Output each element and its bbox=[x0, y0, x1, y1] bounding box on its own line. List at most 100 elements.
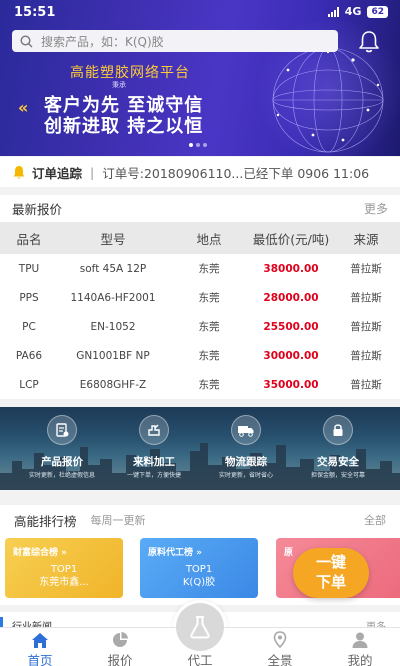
chevron-icon: « bbox=[18, 98, 29, 117]
card-title: 财富综合榜 » bbox=[13, 548, 67, 558]
cell-product: PA66 bbox=[15, 349, 43, 362]
cell-product: PPS bbox=[19, 291, 39, 304]
feature-logistics[interactable]: 物流跟踪 实时更新，省时省心 bbox=[206, 415, 286, 479]
card-body: TOP1 K(Q)胶 bbox=[140, 563, 258, 589]
bell-notice-icon bbox=[13, 165, 25, 179]
feature-title: 产品报价 bbox=[41, 456, 83, 468]
cell-source: 普拉斯 bbox=[350, 263, 382, 275]
status-bar: 15:51 4G 62 bbox=[0, 0, 400, 26]
cell-model: EN-1052 bbox=[90, 320, 136, 333]
column-header: 来源 bbox=[353, 231, 379, 247]
feature-security[interactable]: 交易安全 担保金额，安全可靠 bbox=[298, 415, 378, 479]
oem-center-button[interactable] bbox=[176, 603, 224, 651]
cell-price: 30000.00 bbox=[263, 349, 319, 362]
ranking-card-wealth[interactable]: 财富综合榜 » TOP1 东莞市鑫... bbox=[5, 538, 123, 598]
section-title: 最新报价 bbox=[12, 202, 63, 217]
quick-order-label-2: 下单 bbox=[315, 573, 346, 591]
cell-price: 35000.00 bbox=[263, 378, 319, 391]
ranking-card-material[interactable]: 原料代工榜 » TOP1 K(Q)胶 bbox=[140, 538, 258, 598]
more-link[interactable]: 更多 bbox=[364, 200, 388, 217]
section-header: 最新报价 更多 bbox=[0, 195, 400, 222]
all-link[interactable]: 全部 bbox=[364, 512, 386, 528]
banner-title: 高能塑胶网络平台 bbox=[70, 65, 190, 81]
feature-product-quote[interactable]: 产品报价 实时更新，杜绝虚假信息 bbox=[22, 415, 102, 479]
column-header: 品名 bbox=[16, 231, 42, 247]
quick-order-button[interactable]: 一键 下单 bbox=[293, 548, 369, 598]
banner-subtitle: 秉承 bbox=[112, 81, 126, 89]
cell-source: 普拉斯 bbox=[350, 321, 382, 333]
card-rank: TOP1 bbox=[185, 564, 213, 575]
card-rank: TOP1 bbox=[50, 564, 78, 575]
carousel-dots[interactable] bbox=[189, 143, 207, 147]
home-icon bbox=[32, 633, 48, 648]
search-input[interactable]: 搜索产品，如：K(Q)胶 bbox=[12, 30, 338, 52]
cell-location: 东莞 bbox=[198, 292, 220, 304]
order-tracking-label: 订单追踪 bbox=[32, 165, 83, 181]
cell-location: 东莞 bbox=[198, 379, 220, 391]
column-header: 地点 bbox=[196, 231, 222, 247]
order-tracking-bar[interactable]: 订单追踪 | 订单号:20180906110...已经下单 0906 11:06 bbox=[0, 157, 400, 187]
tab-mine[interactable]: 我的 bbox=[320, 628, 400, 666]
card-name: 东莞市鑫... bbox=[39, 577, 89, 588]
cell-location: 东莞 bbox=[198, 263, 220, 275]
feature-processing[interactable]: 来料加工 一键下单，方便快捷 bbox=[114, 415, 194, 479]
features-banner: 产品报价 实时更新，杜绝虚假信息 来料加工 一键下单，方便快捷 物流跟踪 实时更… bbox=[0, 407, 400, 490]
card-name: K(Q)胶 bbox=[182, 577, 216, 588]
table-row[interactable]: LCP E6808GHF-Z 东莞 35000.00 普拉斯 bbox=[0, 370, 400, 399]
tab-label: 首页 bbox=[27, 653, 53, 666]
quick-order-label-1: 一键 bbox=[315, 553, 346, 571]
table-header: 品名 型号 地点 最低价(元/吨) 来源 bbox=[0, 222, 400, 254]
cell-product: PC bbox=[22, 320, 36, 333]
signal-icon bbox=[327, 6, 339, 17]
lock-icon bbox=[323, 415, 353, 445]
tab-panorama[interactable]: 全景 bbox=[240, 628, 320, 666]
banner[interactable]: 15:51 4G 62 搜索产品，如：K(Q)胶 高能塑胶网络平台 秉承 « 客… bbox=[0, 0, 400, 156]
location-icon bbox=[273, 631, 287, 649]
search-icon bbox=[20, 34, 33, 47]
table-row[interactable]: PA66 GN1001BF NP 东莞 30000.00 普拉斯 bbox=[0, 341, 400, 370]
feature-desc: 一键下单，方便快捷 bbox=[126, 472, 181, 479]
app-screen: 15:51 4G 62 搜索产品，如：K(Q)胶 高能塑胶网络平台 秉承 « 客… bbox=[0, 0, 400, 666]
bell-icon[interactable] bbox=[356, 29, 382, 55]
battery-icon: 62 bbox=[367, 5, 388, 18]
cell-price: 38000.00 bbox=[263, 262, 319, 275]
tab-home[interactable]: 首页 bbox=[0, 628, 80, 666]
cell-location: 东莞 bbox=[198, 321, 220, 333]
tab-label: 全景 bbox=[267, 653, 293, 666]
table-row[interactable]: PPS 1140A6-HF2001 东莞 28000.00 普拉斯 bbox=[0, 283, 400, 312]
column-header: 最低价(元/吨) bbox=[252, 231, 330, 247]
truck-icon bbox=[231, 415, 261, 445]
feature-title: 来料加工 bbox=[133, 456, 175, 468]
section-header: 高能排行榜 每周一更新 全部 bbox=[0, 505, 400, 535]
table-row[interactable]: TPU soft 45A 12P 东莞 38000.00 普拉斯 bbox=[0, 254, 400, 283]
user-icon bbox=[352, 632, 368, 648]
divider: | bbox=[90, 164, 95, 180]
tab-label: 报价 bbox=[107, 653, 133, 666]
tab-label: 我的 bbox=[347, 653, 373, 666]
column-header: 型号 bbox=[100, 231, 126, 247]
cell-model: GN1001BF NP bbox=[76, 349, 150, 362]
table-row[interactable]: PC EN-1052 东莞 25500.00 普拉斯 bbox=[0, 312, 400, 341]
banner-slogan-2: 创新进取 持之以恒 bbox=[44, 116, 204, 137]
cell-price: 28000.00 bbox=[263, 291, 319, 304]
pie-chart-icon bbox=[113, 632, 128, 647]
latest-quotes-section: 最新报价 更多 品名 型号 地点 最低价(元/吨) 来源 TPU soft 45… bbox=[0, 195, 400, 399]
cell-product: LCP bbox=[19, 378, 39, 391]
cell-model: E6808GHF-Z bbox=[79, 378, 147, 391]
globe-graphic bbox=[272, 47, 384, 153]
cell-source: 普拉斯 bbox=[350, 350, 382, 362]
order-tracking-text: 订单号:20180906110...已经下单 0906 11:06 bbox=[102, 165, 370, 181]
feature-title: 物流跟踪 bbox=[225, 456, 267, 468]
feature-desc: 实时更新，杜绝虚假信息 bbox=[28, 472, 95, 479]
machine-icon bbox=[139, 415, 169, 445]
cell-location: 东莞 bbox=[198, 350, 220, 362]
tab-quote[interactable]: 报价 bbox=[80, 628, 160, 666]
update-note: 每周一更新 bbox=[90, 514, 146, 527]
card-body: TOP1 东莞市鑫... bbox=[5, 563, 123, 589]
tab-label: 代工 bbox=[187, 653, 213, 666]
card-title: 原料代工榜 » bbox=[148, 548, 202, 558]
feature-title: 交易安全 bbox=[317, 456, 359, 468]
quote-doc-icon bbox=[47, 415, 77, 445]
cell-model: 1140A6-HF2001 bbox=[70, 291, 156, 304]
section-title: 高能排行榜 bbox=[14, 513, 77, 529]
